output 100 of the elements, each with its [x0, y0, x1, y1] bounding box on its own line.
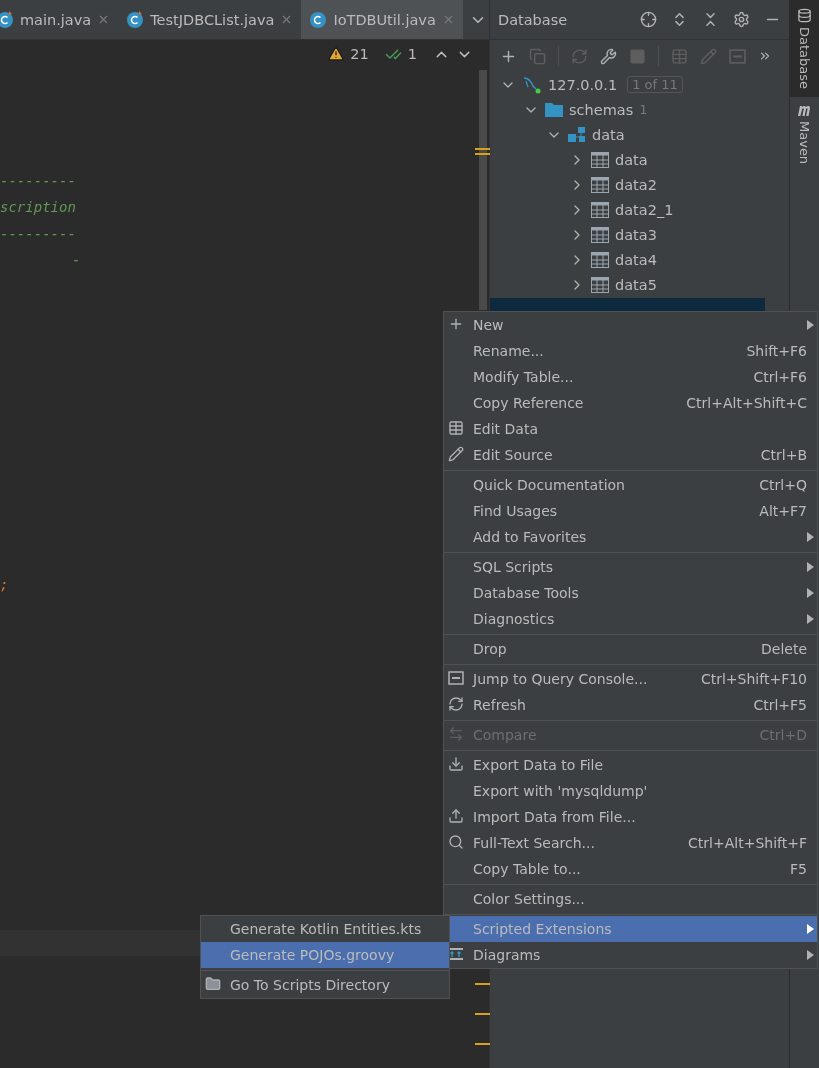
tab-label: IoTDBUtil.java	[333, 11, 436, 28]
class-icon	[309, 10, 328, 29]
table-icon	[591, 226, 609, 243]
tree-label: data2_1	[615, 201, 674, 218]
submenu-arrow-icon	[807, 924, 814, 934]
menu-item[interactable]: SQL Scripts	[444, 554, 817, 580]
menu-item[interactable]: Export Data to File	[444, 752, 817, 778]
tree-row[interactable]: data	[490, 147, 789, 172]
folder-icon	[545, 102, 563, 117]
table-icon	[591, 151, 609, 168]
more-icon[interactable]	[758, 49, 772, 63]
search-icon	[448, 834, 464, 850]
tree-row[interactable]: 127.0.0.1 1 of 11	[490, 72, 789, 97]
maven-icon	[796, 105, 813, 118]
tab-label: TestJDBCList.java	[150, 11, 275, 28]
code-line: ---------	[0, 224, 76, 244]
menu-item[interactable]: Add to Favorites	[444, 524, 817, 550]
tree-label: data	[615, 151, 648, 168]
shortcut-label: Ctrl+Alt+Shift+F	[688, 835, 807, 851]
locate-icon[interactable]	[640, 11, 657, 28]
tree-row[interactable]: data4	[490, 247, 789, 272]
tree-label: schemas	[569, 101, 634, 118]
class-icon	[0, 10, 14, 29]
refresh-icon	[448, 696, 464, 712]
submenu-arrow-icon	[807, 588, 814, 598]
side-tab[interactable]: Database	[790, 0, 819, 98]
schema-icon	[568, 126, 586, 143]
menu-item[interactable]: Edit Data	[444, 416, 817, 442]
diagram-icon	[448, 946, 464, 962]
menu-item[interactable]: Refresh Ctrl+F5	[444, 692, 817, 718]
shortcut-label: Ctrl+F6	[753, 369, 807, 385]
shortcut-label: Alt+F7	[759, 503, 807, 519]
tree-row[interactable]: data3	[490, 222, 789, 247]
code-line: ;	[0, 575, 9, 595]
menu-item[interactable]: Jump to Query Console... Ctrl+Shift+F10	[444, 666, 817, 692]
connection-count-badge: 1 of 11	[627, 76, 683, 93]
compare-icon	[448, 726, 464, 742]
tree-label: data3	[615, 226, 657, 243]
menu-item[interactable]: Find Usages Alt+F7	[444, 498, 817, 524]
tree-label: data	[592, 126, 625, 143]
submenu-arrow-icon	[807, 320, 814, 330]
scrollbar-thumb[interactable]	[479, 70, 487, 310]
pencil-icon	[448, 446, 464, 462]
code-line: -	[72, 250, 81, 270]
weak-warning-count: 1	[407, 46, 417, 62]
warning-count: 21	[350, 46, 369, 62]
side-tab[interactable]: Maven	[790, 97, 819, 173]
settings-icon[interactable]	[733, 11, 750, 28]
submenu-arrow-icon	[807, 532, 814, 542]
plus-icon	[448, 316, 464, 332]
code-line: ---------	[0, 172, 76, 191]
menu-item[interactable]: Go To Scripts Directory	[201, 972, 449, 998]
table-icon	[591, 251, 609, 268]
shortcut-label: Ctrl+B	[760, 447, 807, 463]
tree-row[interactable]: data	[490, 122, 789, 147]
code-line: scription	[0, 198, 76, 218]
menu-item[interactable]: Copy Reference Ctrl+Alt+Shift+C	[444, 390, 817, 416]
menu-item[interactable]: New	[444, 312, 817, 338]
menu-item[interactable]: Copy Table to... F5	[444, 856, 817, 882]
table-icon	[591, 201, 609, 218]
tree-label: data2	[615, 176, 657, 193]
item-count: 1	[639, 102, 648, 117]
console-icon	[448, 670, 464, 686]
menu-item[interactable]: Full-Text Search... Ctrl+Alt+Shift+F	[444, 830, 817, 856]
tree-label: data5	[615, 276, 657, 293]
editor-tab[interactable]: IoTDBUtil.java	[301, 0, 463, 39]
wrench-icon[interactable]	[600, 47, 617, 65]
menu-item[interactable]: Color Settings...	[444, 886, 817, 912]
shortcut-label: Shift+F6	[746, 343, 807, 359]
tree-row[interactable]: data2	[490, 172, 789, 197]
menu-item[interactable]: Edit Source Ctrl+B	[444, 442, 817, 468]
tree-row[interactable]: schemas 1	[490, 97, 789, 122]
shortcut-label: Ctrl+Alt+Shift+C	[686, 395, 807, 411]
menu-item[interactable]: Rename... Shift+F6	[444, 338, 817, 364]
menu-item[interactable]: Quick Documentation Ctrl+Q	[444, 472, 817, 498]
shortcut-label: Ctrl+F5	[753, 697, 807, 713]
table-icon	[591, 176, 609, 193]
tree-row[interactable]: data2_1	[490, 197, 789, 222]
tree-label: 127.0.0.1	[548, 76, 618, 93]
download-icon	[448, 756, 464, 772]
menu-item[interactable]: Diagnostics	[444, 606, 817, 632]
table-icon	[591, 276, 609, 293]
menu-item[interactable]: Import Data from File...	[444, 804, 817, 830]
folder-icon	[205, 976, 221, 992]
warning-icon[interactable]	[328, 46, 345, 62]
menu-item[interactable]: Database Tools	[444, 580, 817, 606]
panel-title: Database	[498, 11, 569, 28]
menu-item[interactable]: Export with 'mysqldump'	[444, 778, 817, 804]
database-icon	[797, 8, 812, 23]
dolphin-icon	[522, 74, 542, 95]
submenu-arrow-icon	[807, 562, 814, 572]
shortcut-label: Ctrl+Q	[759, 477, 807, 493]
menu-item[interactable]: Drop Delete	[444, 636, 817, 662]
submenu-arrow-icon	[807, 950, 814, 960]
upload-icon	[448, 808, 464, 824]
tree-row[interactable]: data5	[490, 272, 789, 297]
tab-label: main.java	[20, 11, 92, 28]
shortcut-label: Ctrl+Shift+F10	[700, 671, 807, 687]
menu-item[interactable]: Modify Table... Ctrl+F6	[444, 364, 817, 390]
table-icon	[448, 420, 464, 436]
